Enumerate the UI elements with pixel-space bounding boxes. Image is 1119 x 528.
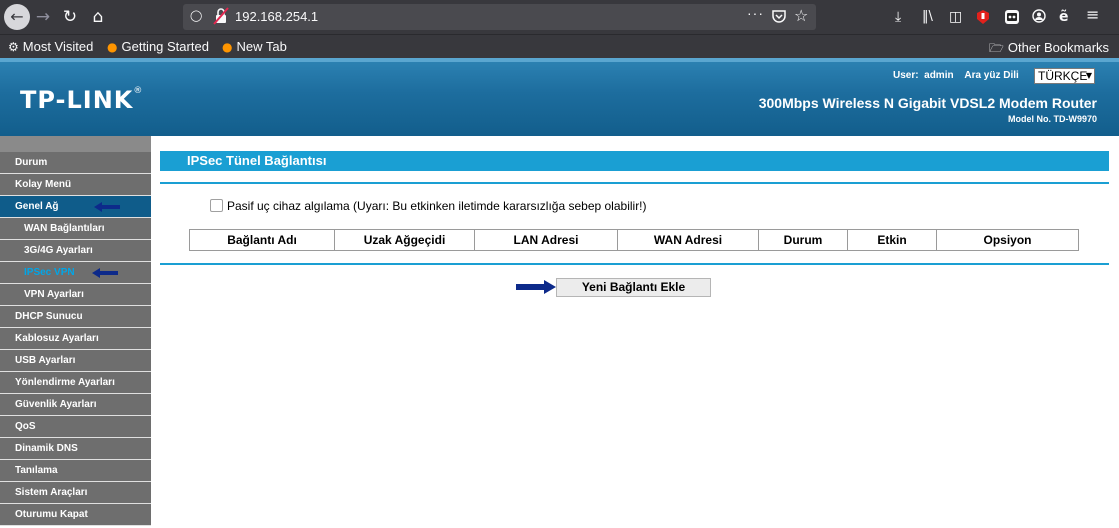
sidebar-item-sistem-araclari[interactable]: Sistem Araçları — [0, 482, 151, 504]
divider — [160, 182, 1109, 184]
dpd-option: Pasif uç cihaz algılama (Uyarı: Bu etkin… — [210, 199, 647, 213]
gear-icon: ⚙ — [8, 40, 19, 54]
chevron-down-icon: ▼ — [1085, 71, 1092, 80]
home-button[interactable]: ⌂ — [85, 4, 111, 30]
column-header: Durum — [758, 229, 848, 251]
model-number: Model No. TD-W9970 — [1007, 114, 1097, 124]
sidebar-item-tanilama[interactable]: Tanılama — [0, 460, 151, 482]
firefox-icon: ● — [107, 40, 118, 54]
sidebar-item-vpn-ayarlari[interactable]: VPN Ayarları — [0, 284, 151, 306]
column-header: Etkin — [847, 229, 937, 251]
connection-table: Bağlantı Adı Uzak Ağgeçidi LAN Adresi WA… — [189, 229, 1079, 251]
sidebar-top-bar — [0, 136, 151, 152]
extension-red-icon[interactable] — [976, 9, 990, 25]
menu-list: Durum Kolay Menü Genel Ağ WAN Bağlantıla… — [0, 152, 151, 526]
column-header: WAN Adresi — [617, 229, 759, 251]
bookmarks-bar: ⚙ Most Visited ● Getting Started ● New Tab … — [0, 34, 1119, 58]
dpd-checkbox[interactable] — [210, 199, 223, 212]
downloads-icon[interactable]: ⤓ — [895, 8, 901, 26]
page-actions-icon[interactable]: ··· — [747, 5, 764, 21]
column-header: LAN Adresi — [474, 229, 618, 251]
bookmark-most-visited[interactable]: ⚙ Most Visited — [8, 39, 93, 54]
column-header: Opsiyon — [936, 229, 1079, 251]
tp-link-logo: TP-LINK® — [20, 86, 144, 114]
column-header: Bağlantı Adı — [189, 229, 335, 251]
sidebar-item-guvenlik-ayarlari[interactable]: Güvenlik Ayarları — [0, 394, 151, 416]
sidebar-item-kablosuz-ayarlari[interactable]: Kablosuz Ayarları — [0, 328, 151, 350]
user-info: User: admin Ara yüz Dili — [893, 70, 1019, 81]
extension-e-icon[interactable]: ẽ — [1059, 8, 1069, 26]
arrow-left-icon — [94, 202, 120, 212]
arrow-left-icon — [92, 268, 118, 278]
add-connection-button[interactable]: Yeni Bağlantı Ekle — [556, 278, 711, 297]
extension-dark-icon[interactable] — [1004, 9, 1020, 25]
sidebar-item-dhcp-sunucu[interactable]: DHCP Sunucu — [0, 306, 151, 328]
column-header: Uzak Ağgeçidi — [334, 229, 475, 251]
sidebar-item-usb-ayarlari[interactable]: USB Ayarları — [0, 350, 151, 372]
sidebar-item-durum[interactable]: Durum — [0, 152, 151, 174]
sidebar-item-genel-ag[interactable]: Genel Ağ — [0, 196, 151, 218]
address-bar[interactable]: ◯ 192.168.254.1 ··· ☆ — [183, 4, 816, 30]
sidebar-item-ipsec-vpn[interactable]: IPSec VPN — [0, 262, 151, 284]
sidebar-item-yonlendirme-ayarlari[interactable]: Yönlendirme Ayarları — [0, 372, 151, 394]
reload-button[interactable]: ↻ — [57, 4, 83, 30]
sidebar-item-oturumu-kapat[interactable]: Oturumu Kapat — [0, 504, 151, 526]
product-name: 300Mbps Wireless N Gigabit VDSL2 Modem R… — [758, 95, 1097, 111]
language-select[interactable]: TÜRKÇE ▼ — [1034, 68, 1095, 84]
pocket-icon[interactable] — [771, 8, 787, 24]
bookmark-new-tab[interactable]: ● New Tab — [222, 39, 287, 54]
router-header: TP-LINK® User: admin Ara yüz Dili TÜRKÇE… — [0, 58, 1119, 136]
shield-icon[interactable]: ◯ — [190, 9, 202, 22]
back-button[interactable]: ← — [4, 4, 30, 30]
bookmark-other[interactable]: 🗁 Other Bookmarks — [989, 39, 1109, 60]
bookmark-star-icon[interactable]: ☆ — [794, 6, 808, 25]
sidebar-item-qos[interactable]: QoS — [0, 416, 151, 438]
library-icon[interactable]: ‖\ — [922, 8, 933, 26]
sidebar-menu: Durum Kolay Menü Genel Ağ WAN Bağlantıla… — [0, 136, 151, 528]
browser-toolbar: ← → ↻ ⌂ ◯ 192.168.254.1 ··· ☆ ⤓ ‖\ ◫ ẽ ≡ — [0, 0, 1119, 34]
sidebar-item-3g-4g-ayarlari[interactable]: 3G/4G Ayarları — [0, 240, 151, 262]
dpd-label: Pasif uç cihaz algılama (Uyarı: Bu etkin… — [227, 199, 647, 213]
folder-icon: 🗁 — [989, 41, 1004, 55]
sidebar-item-dinamik-dns[interactable]: Dinamik DNS — [0, 438, 151, 460]
sidebar-icon[interactable]: ◫ — [949, 8, 962, 26]
menu-icon[interactable]: ≡ — [1086, 6, 1099, 24]
arrow-right-icon — [516, 280, 556, 294]
insecure-lock-icon[interactable] — [213, 7, 229, 25]
divider — [160, 263, 1109, 265]
account-icon[interactable] — [1032, 9, 1046, 23]
sidebar-item-wan-baglantilari[interactable]: WAN Bağlantıları — [0, 218, 151, 240]
url-text[interactable]: 192.168.254.1 — [235, 9, 318, 24]
table-header-row: Bağlantı Adı Uzak Ağgeçidi LAN Adresi WA… — [189, 229, 1079, 251]
firefox-icon: ● — [222, 40, 233, 54]
sidebar-item-kolay-menu[interactable]: Kolay Menü — [0, 174, 151, 196]
page-title: IPSec Tünel Bağlantısı — [160, 151, 1109, 171]
forward-button[interactable]: → — [30, 4, 56, 30]
bookmark-getting-started[interactable]: ● Getting Started — [107, 39, 209, 54]
